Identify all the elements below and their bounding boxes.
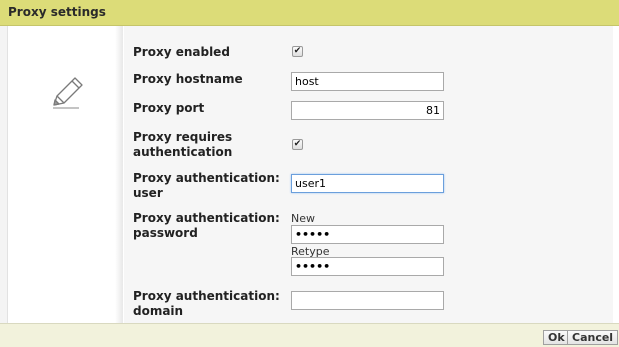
proxy-enabled-label: Proxy enabled	[133, 45, 230, 59]
dialog-title: Proxy settings	[8, 5, 106, 19]
dialog-footer	[0, 323, 619, 347]
left-edge	[0, 26, 8, 323]
dialog-titlebar: Proxy settings	[0, 0, 619, 26]
left-panel-shadow	[115, 26, 123, 323]
proxy-requires-auth-label-line1: Proxy requires	[133, 130, 233, 144]
password-new-label: New	[291, 212, 315, 225]
proxy-auth-domain-label-line1: Proxy authentication:	[133, 289, 280, 303]
proxy-requires-auth-checkbox[interactable]: ✔	[292, 139, 303, 150]
proxy-requires-auth-label: Proxy requires authentication	[133, 130, 232, 160]
proxy-settings-dialog: Proxy settings Proxy enabled ✔ Proxy hos…	[0, 0, 619, 347]
cancel-button[interactable]: Cancel	[567, 330, 619, 345]
proxy-requires-auth-label-line2: authentication	[133, 145, 233, 159]
password-retype-input[interactable]: •••••	[291, 257, 444, 276]
proxy-auth-domain-label: Proxy authentication: domain	[133, 289, 280, 319]
right-edge	[613, 26, 619, 323]
proxy-auth-domain-label-line2: domain	[133, 304, 184, 318]
left-panel	[8, 26, 123, 323]
proxy-auth-domain-input[interactable]	[291, 291, 444, 310]
proxy-auth-password-label: Proxy authentication: password	[133, 211, 280, 241]
proxy-hostname-input[interactable]: host	[291, 72, 444, 91]
pencil-icon	[53, 77, 83, 109]
proxy-port-label: Proxy port	[133, 101, 205, 115]
proxy-port-input[interactable]: 81	[291, 101, 444, 120]
proxy-enabled-checkbox[interactable]: ✔	[292, 46, 303, 57]
proxy-auth-user-label-line2: user	[133, 186, 163, 200]
proxy-auth-user-label-line1: Proxy authentication:	[133, 171, 280, 185]
ok-button[interactable]: Ok	[543, 330, 570, 345]
proxy-hostname-label: Proxy hostname	[133, 72, 243, 86]
proxy-auth-user-input[interactable]: user1	[291, 174, 444, 193]
password-new-input[interactable]: •••••	[291, 225, 444, 244]
proxy-auth-password-label-line2: password	[133, 226, 198, 240]
proxy-auth-user-label: Proxy authentication: user	[133, 171, 280, 201]
proxy-auth-password-label-line1: Proxy authentication:	[133, 211, 280, 225]
